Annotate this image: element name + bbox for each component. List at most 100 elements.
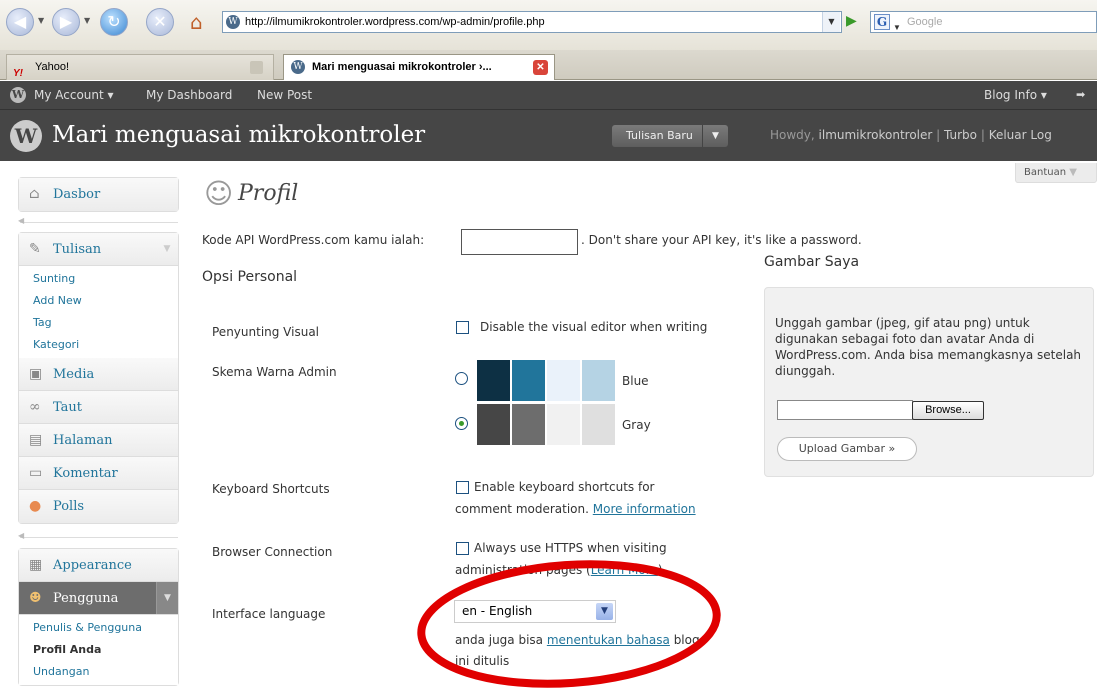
google-engine-icon[interactable]: G xyxy=(874,14,890,30)
address-dropdown[interactable]: ▼ xyxy=(822,12,840,32)
submenu-item-tags[interactable]: Tag xyxy=(19,312,178,334)
scheme-gray-radio[interactable] xyxy=(455,417,468,430)
sidebar-item-label: Polls xyxy=(53,499,85,514)
color-swatch xyxy=(582,360,615,401)
sidebar-item-users[interactable]: ☻ Pengguna ▼ xyxy=(19,582,178,615)
color-scheme-label: Skema Warna Admin xyxy=(212,365,337,379)
color-swatch xyxy=(512,404,545,445)
sidebar-item-pages[interactable]: ▤ Halaman xyxy=(19,424,178,457)
my-dashboard-link[interactable]: My Dashboard xyxy=(146,81,232,109)
site-header: W Mari menguasai mikrokontroler Tulisan … xyxy=(0,109,1097,161)
annotation-ring xyxy=(417,560,721,688)
submenu-item-invites[interactable]: Undangan xyxy=(19,661,178,683)
wordpress-logo-icon[interactable]: W xyxy=(10,87,26,103)
color-swatch xyxy=(512,360,545,401)
reload-icon[interactable]: ↻ xyxy=(100,8,128,36)
submenu-item-add-new[interactable]: Add New xyxy=(19,290,178,312)
tab-label: Yahoo! xyxy=(35,61,70,73)
section-title-personal-options: Opsi Personal xyxy=(202,269,298,285)
sidebar-item-comments[interactable]: ▭ Komentar xyxy=(19,457,178,490)
go-icon[interactable]: ▶ xyxy=(846,13,857,29)
https-checkbox[interactable] xyxy=(456,542,469,555)
api-key-field[interactable] xyxy=(461,229,578,255)
chevron-down-icon[interactable]: ▼ xyxy=(156,582,178,614)
visual-editor-text: Disable the visual editor when writing xyxy=(480,320,708,334)
logout-link[interactable]: Keluar Log xyxy=(989,128,1052,142)
color-swatch xyxy=(477,404,510,445)
menu-separator[interactable]: ◀ xyxy=(18,531,178,540)
learn-more-link[interactable]: Learn More xyxy=(591,563,658,577)
interface-language-label: Interface language xyxy=(212,607,326,621)
new-post-button[interactable]: Tulisan Baru ▼ xyxy=(612,125,728,147)
submenu-item-authors-users[interactable]: Penulis & Pengguna xyxy=(19,617,178,639)
chevron-down-icon[interactable]: ▼ xyxy=(156,233,178,265)
media-icon: ▣ xyxy=(29,366,43,382)
new-post-button-label: Tulisan Baru xyxy=(626,129,693,142)
sidebar-content-group: ✎ Tulisan ▼ Sunting Add New Tag Kategori… xyxy=(18,232,179,524)
wordpress-favicon-icon: W xyxy=(291,60,305,74)
sidebar-item-dashboard[interactable]: ⌂ Dasbor xyxy=(19,178,178,211)
home-icon[interactable]: ⌂ xyxy=(190,10,203,34)
sidebar-item-label: Tulisan xyxy=(53,242,102,257)
close-icon[interactable]: ✕ xyxy=(533,60,548,75)
file-path-input[interactable] xyxy=(777,400,913,420)
color-swatch xyxy=(547,360,580,401)
upload-picture-button[interactable]: Upload Gambar » xyxy=(777,437,917,461)
sidebar-item-links[interactable]: ∞ Taut xyxy=(19,391,178,424)
chevron-down-icon[interactable]: ▼ xyxy=(702,125,728,147)
blog-info-menu[interactable]: Blog Info ▾ xyxy=(984,81,1047,109)
help-tab[interactable]: Bantuan ▼ xyxy=(1015,163,1097,183)
chevron-down-icon[interactable]: ▼ xyxy=(596,603,613,620)
stop-icon[interactable]: ✕ xyxy=(146,8,174,36)
my-account-menu[interactable]: My Account ▾ xyxy=(34,81,114,109)
color-swatch xyxy=(547,404,580,445)
api-key-label: Kode API WordPress.com kamu ialah: xyxy=(202,233,425,247)
sidebar-item-appearance[interactable]: ▦ Appearance xyxy=(19,549,178,582)
new-post-link[interactable]: New Post xyxy=(257,81,312,109)
search-box[interactable]: G ▼ Google xyxy=(870,11,1097,33)
users-icon: ☻ xyxy=(29,590,42,606)
browse-button[interactable]: Browse... xyxy=(912,401,984,420)
admin-bar: W My Account ▾ My Dashboard New Post Blo… xyxy=(0,81,1097,109)
turbo-link[interactable]: Turbo xyxy=(944,128,977,142)
close-icon[interactable] xyxy=(250,61,263,74)
keyboard-shortcuts-text-2: comment moderation. More information xyxy=(455,502,696,516)
more-information-link[interactable]: More information xyxy=(593,502,696,516)
language-note-text: ini ditulis xyxy=(455,654,510,668)
tab-yahoo[interactable]: Y! Yahoo! xyxy=(6,54,274,80)
scheme-blue-radio[interactable] xyxy=(455,372,468,385)
tab-label: Mari menguasai mikrokontroler ›... xyxy=(312,61,492,73)
color-swatch xyxy=(582,404,615,445)
site-title[interactable]: Mari menguasai mikrokontroler xyxy=(52,122,425,148)
keyboard-shortcuts-checkbox[interactable] xyxy=(456,481,469,494)
scheme-blue-label: Blue xyxy=(622,374,649,388)
arrow-right-icon[interactable]: ➡ xyxy=(1076,81,1085,109)
sidebar-item-media[interactable]: ▣ Media xyxy=(19,358,178,391)
sidebar-item-posts[interactable]: ✎ Tulisan ▼ xyxy=(19,233,178,266)
user-greeting: Howdy, ilmumikrokontroler | Turbo | Kelu… xyxy=(770,128,1052,142)
annotation-ellipse xyxy=(417,560,721,688)
visual-editor-checkbox[interactable] xyxy=(456,321,469,334)
profile-link[interactable]: ilmumikrokontroler xyxy=(819,128,933,142)
interface-language-select[interactable]: en - English ▼ xyxy=(454,600,616,623)
menu-separator[interactable]: ◀ xyxy=(18,216,178,225)
engine-dropdown-icon[interactable]: ▼ xyxy=(893,18,901,38)
back-button[interactable]: ◀ xyxy=(6,8,34,36)
submenu-item-categories[interactable]: Kategori xyxy=(19,334,178,356)
forward-history-dropdown[interactable]: ▼ xyxy=(84,16,90,25)
set-blog-language-link[interactable]: menentukan bahasa xyxy=(547,633,670,647)
chevron-down-icon: ▼ xyxy=(1069,167,1077,178)
back-history-dropdown[interactable]: ▼ xyxy=(38,16,44,25)
address-bar[interactable]: W http://ilmumikrokontroler.wordpress.co… xyxy=(222,11,842,33)
address-url: http://ilmumikrokontroler.wordpress.com/… xyxy=(245,16,545,28)
submenu-item-edit[interactable]: Sunting xyxy=(19,268,178,290)
tab-active[interactable]: W Mari menguasai mikrokontroler ›... ✕ xyxy=(283,54,555,80)
sidebar-item-polls[interactable]: ● Polls xyxy=(19,490,178,523)
appearance-icon: ▦ xyxy=(29,557,43,573)
browser-toolbar: ◀ ▼ ▶ ▼ ↻ ✕ ⌂ W http://ilmumikrokontrole… xyxy=(0,0,1097,50)
users-icon: ☺ xyxy=(204,177,234,210)
posts-submenu: Sunting Add New Tag Kategori xyxy=(19,266,178,358)
submenu-item-your-profile[interactable]: Profil Anda xyxy=(19,639,178,661)
forward-button[interactable]: ▶ xyxy=(52,8,80,36)
selected-language: en - English xyxy=(462,604,533,618)
